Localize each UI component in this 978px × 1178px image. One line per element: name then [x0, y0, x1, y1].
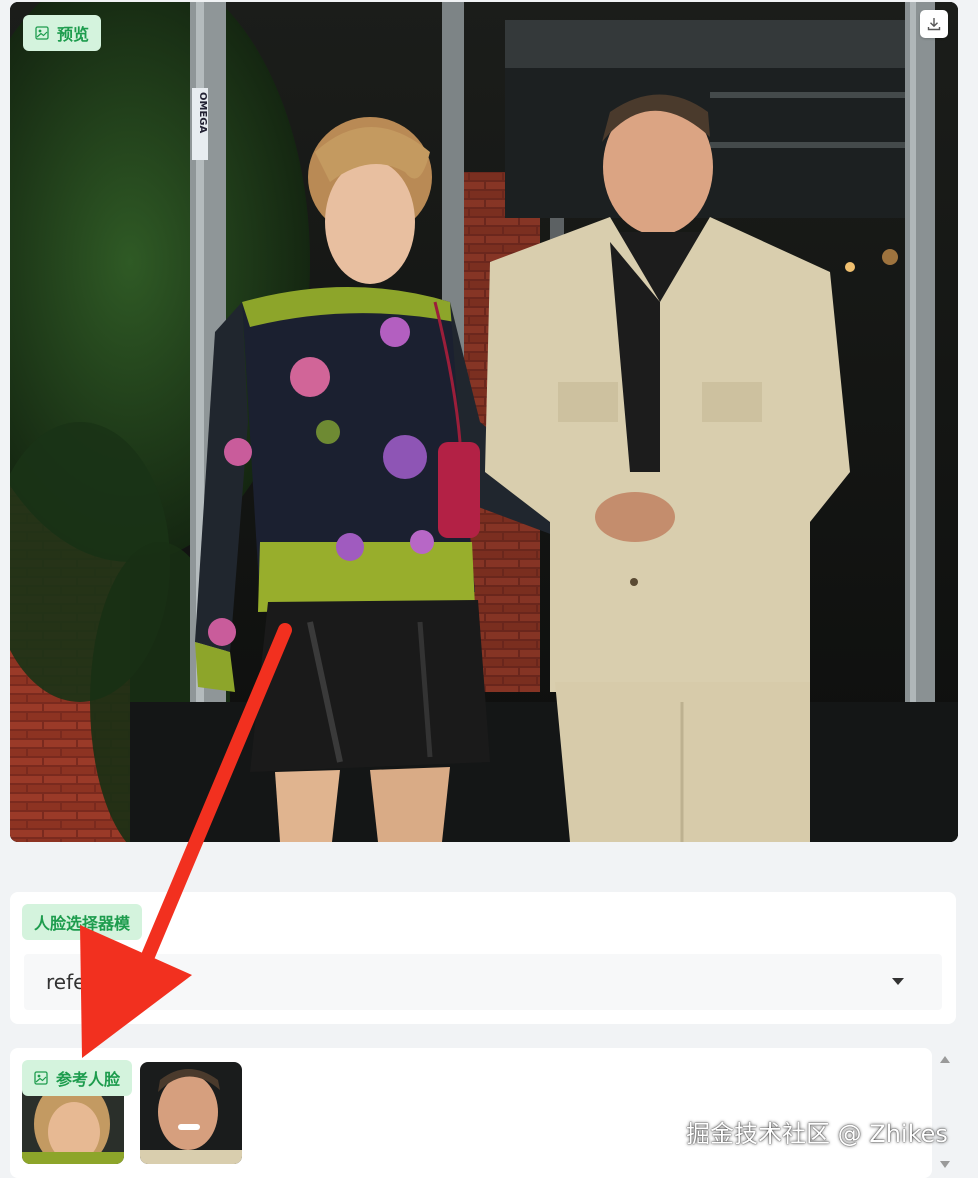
image-icon — [34, 1071, 48, 1085]
download-button[interactable] — [920, 10, 948, 38]
preview-label: 预览 — [57, 25, 90, 44]
preview-label-tag: 预览 — [23, 15, 102, 51]
face-thumbnail-image — [140, 1062, 242, 1164]
reference-face-panel: 参考人脸 — [10, 1048, 932, 1178]
preview-photo: OMEGA — [10, 2, 958, 842]
reference-face-label-tag: 参考人脸 — [22, 1060, 133, 1096]
preview-panel: OMEGA 预览 — [10, 2, 958, 842]
download-icon — [927, 18, 941, 31]
scroll-up-arrow-icon[interactable] — [940, 1056, 950, 1063]
watermark: 掘金技术社区 @ Zhikes — [686, 1120, 948, 1148]
caret-down-icon — [892, 978, 904, 985]
face-selector-panel: 人脸选择器模 refe — [10, 892, 956, 1024]
scroll-down-arrow-icon[interactable] — [940, 1161, 950, 1168]
scrollbar[interactable] — [936, 1048, 954, 1172]
face-selector-value: refe — [46, 970, 86, 994]
image-icon — [35, 26, 49, 40]
face-selector-label-tag: 人脸选择器模 — [22, 904, 143, 940]
face-selector-dropdown[interactable]: refe — [24, 954, 942, 1010]
reference-face-thumbnail[interactable] — [140, 1062, 242, 1164]
reference-face-label: 参考人脸 — [56, 1070, 121, 1089]
face-selector-label: 人脸选择器模 — [34, 914, 131, 933]
pole-sign-text: OMEGA — [197, 92, 208, 133]
